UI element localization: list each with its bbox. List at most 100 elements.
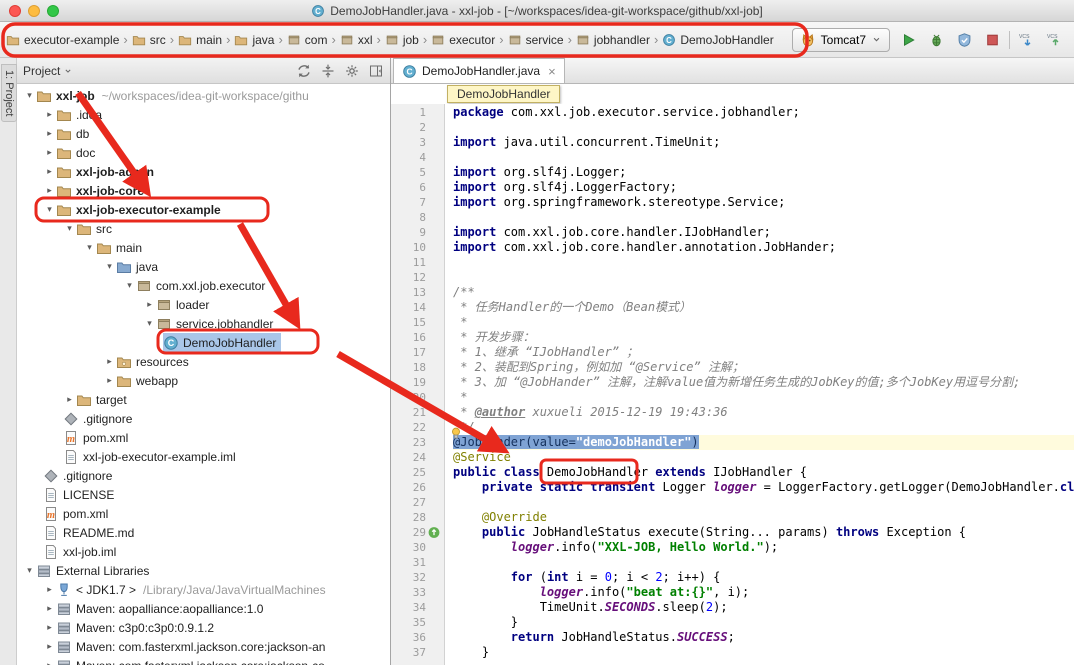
tree-item-readme-md[interactable]: README.md <box>17 523 390 542</box>
expand-arrow-icon[interactable]: ▸ <box>43 622 56 633</box>
run-button[interactable] <box>897 29 919 51</box>
run-config-selector[interactable]: Tomcat7 <box>792 28 890 52</box>
tree-item-service-jobhandler[interactable]: ▾service.jobhandler <box>17 314 390 333</box>
editor-tab[interactable]: C DemoJobHandler.java × <box>393 58 565 83</box>
tree-item-external-libraries[interactable]: ▾External Libraries <box>17 561 390 580</box>
tree-item-maven-c3p0-c3p0-0-9-1-2[interactable]: ▸Maven: c3p0:c3p0:0.9.1.2 <box>17 618 390 637</box>
breadcrumb-item-service[interactable]: service <box>506 31 566 49</box>
expand-arrow-icon[interactable]: ▾ <box>23 565 36 576</box>
intention-bulb-icon[interactable] <box>449 426 462 440</box>
run-with-coverage-button[interactable] <box>953 29 975 51</box>
folder-icon <box>6 33 20 47</box>
debug-button[interactable] <box>925 29 947 51</box>
expand-arrow-icon[interactable]: ▸ <box>103 375 116 386</box>
hide-icon[interactable] <box>368 63 384 79</box>
expand-arrow-icon[interactable]: ▾ <box>123 280 136 291</box>
override-method-gutter-icon[interactable] <box>427 525 440 539</box>
line-number: 14 <box>391 300 444 315</box>
tree-item-label: resources <box>136 355 189 369</box>
expand-arrow-icon[interactable]: ▾ <box>43 204 56 215</box>
expand-arrow-icon[interactable]: ▾ <box>63 223 76 234</box>
expand-arrow-icon[interactable]: ▸ <box>43 584 56 595</box>
breadcrumb-item-xxl[interactable]: xxl <box>338 31 375 49</box>
breadcrumb-item-java[interactable]: java <box>232 31 276 49</box>
tree-item-xxl-job[interactable]: ▾xxl-job~/workspaces/idea-git-workspace/… <box>17 86 390 105</box>
expand-arrow-icon[interactable]: ▾ <box>23 90 36 101</box>
code-line-3: import java.util.concurrent.TimeUnit; <box>453 135 1074 150</box>
expand-arrow-icon[interactable]: ▸ <box>43 603 56 614</box>
tree-item-gitignore[interactable]: .gitignore <box>17 466 390 485</box>
tree-item-gitignore[interactable]: .gitignore <box>17 409 390 428</box>
tree-item-java[interactable]: ▾java <box>17 257 390 276</box>
expand-arrow-icon[interactable]: ▸ <box>63 394 76 405</box>
breadcrumb-item-main[interactable]: main <box>176 31 224 49</box>
zoom-window-button[interactable] <box>47 5 59 17</box>
project-view-selector[interactable]: Project <box>23 64 73 78</box>
tree-item-webapp[interactable]: ▸webapp <box>17 371 390 390</box>
tree-item-com-xxl-job-executor[interactable]: ▾com.xxl.job.executor <box>17 276 390 295</box>
folder-src-icon <box>116 259 132 275</box>
code-line-31 <box>453 555 1074 570</box>
breadcrumb-chip[interactable]: DemoJobHandler <box>447 85 560 103</box>
breadcrumb-item-com[interactable]: com <box>285 31 330 49</box>
tree-item-xxl-job-admin[interactable]: ▸xxl-job-admin <box>17 162 390 181</box>
tree-item-db[interactable]: ▸db <box>17 124 390 143</box>
breadcrumb-item-jobhandler[interactable]: jobhandler <box>574 31 652 49</box>
tree-item-license[interactable]: LICENSE <box>17 485 390 504</box>
tree-item-src[interactable]: ▾src <box>17 219 390 238</box>
breadcrumb-item-demojobhandler[interactable]: CDemoJobHandler <box>660 31 775 49</box>
package-icon <box>431 33 445 47</box>
tree-item-maven-com-fasterxml-jackson-core-jackson-an[interactable]: ▸ Maven: com.fasterxml.jackson.core:jacks… <box>17 637 390 656</box>
breadcrumb-item-src[interactable]: src <box>130 31 168 49</box>
tree-item-demojobhandler[interactable]: CDemoJobHandler <box>17 333 390 352</box>
stop-button[interactable] <box>981 29 1003 51</box>
expand-arrow-icon[interactable]: ▸ <box>43 660 56 665</box>
code-content[interactable]: package com.xxl.job.executor.service.job… <box>445 104 1074 665</box>
expand-arrow-icon[interactable]: ▾ <box>143 318 156 329</box>
tree-item-loader[interactable]: ▸loader <box>17 295 390 314</box>
sync-icon[interactable] <box>296 63 312 79</box>
expand-arrow-icon[interactable]: ▾ <box>103 261 116 272</box>
tree-item-xxl-job-iml[interactable]: xxl-job.iml <box>17 542 390 561</box>
expand-arrow-icon[interactable]: ▸ <box>43 128 56 139</box>
breadcrumb-item-executor-example[interactable]: executor-example <box>4 31 121 49</box>
tree-item-maven-aopalliance-aopalliance-1-0[interactable]: ▸Maven: aopalliance:aopalliance:1.0 <box>17 599 390 618</box>
tree-item-xxl-job-executor-example[interactable]: ▾xxl-job-executor-example <box>17 200 390 219</box>
folder-icon <box>56 164 72 180</box>
code-editor[interactable]: 1234567891011121314151617181920212223242… <box>391 104 1074 665</box>
vcs-update-button[interactable]: VCS <box>1016 29 1038 51</box>
breadcrumb-item-job[interactable]: job <box>383 31 421 49</box>
tree-item-xxl-job-executor-example-iml[interactable]: xxl-job-executor-example.iml <box>17 447 390 466</box>
expand-arrow-icon[interactable]: ▸ <box>43 166 56 177</box>
tree-item-xxl-job-core[interactable]: ▸xxl-job-core <box>17 181 390 200</box>
tree-item-target[interactable]: ▸target <box>17 390 390 409</box>
breadcrumb-separator-icon: › <box>654 32 658 47</box>
tree-item-pom-xml[interactable]: mpom.xml <box>17 428 390 447</box>
minimize-window-button[interactable] <box>28 5 40 17</box>
tree-item-label: Maven: com.fasterxml.jackson.core:jackso… <box>76 640 325 654</box>
close-window-button[interactable] <box>9 5 21 17</box>
tree-item-label: xxl-job <box>56 89 95 103</box>
tree-item-doc[interactable]: ▸doc <box>17 143 390 162</box>
expand-arrow-icon[interactable]: ▸ <box>143 299 156 310</box>
tree-item-maven-com-fasterxml-jackson-core-jackson-co[interactable]: ▸Maven: com.fasterxml.jackson.core:jacks… <box>17 656 390 665</box>
expand-arrow-icon[interactable]: ▸ <box>43 641 56 652</box>
tomcat-icon <box>800 32 816 48</box>
collapse-all-icon[interactable] <box>320 63 336 79</box>
breadcrumb-item-executor[interactable]: executor <box>429 31 497 49</box>
expand-arrow-icon[interactable]: ▾ <box>83 242 96 253</box>
expand-arrow-icon[interactable]: ▸ <box>43 109 56 120</box>
tree-item-main[interactable]: ▾main <box>17 238 390 257</box>
expand-arrow-icon[interactable]: ▸ <box>103 356 116 367</box>
tree-item-resources[interactable]: ▸ resources <box>17 352 390 371</box>
code-line-37: } <box>453 645 1074 660</box>
project-tool-window-button[interactable]: 1: Project <box>1 64 17 122</box>
tree-item-idea[interactable]: ▸.idea <box>17 105 390 124</box>
tree-item-jdk1-7[interactable]: ▸< JDK1.7 >/Library/Java/JavaVirtualMach… <box>17 580 390 599</box>
expand-arrow-icon[interactable]: ▸ <box>43 147 56 158</box>
expand-arrow-icon[interactable]: ▸ <box>43 185 56 196</box>
settings-icon[interactable] <box>344 63 360 79</box>
close-tab-icon[interactable]: × <box>548 65 556 78</box>
tree-item-pom-xml[interactable]: mpom.xml <box>17 504 390 523</box>
vcs-commit-button[interactable]: VCS <box>1044 29 1066 51</box>
